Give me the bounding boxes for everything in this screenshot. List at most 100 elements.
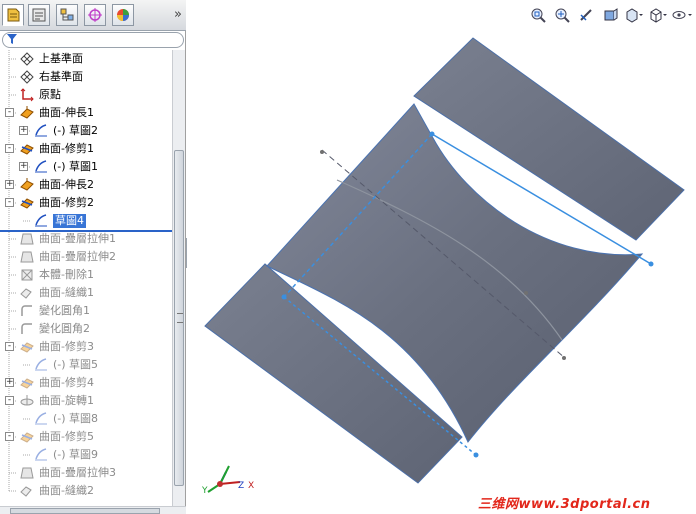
view-orientation-icon[interactable]: [624, 5, 644, 25]
display-manager-tab[interactable]: [112, 4, 134, 26]
tree-item-label: (-) 草圖2: [53, 124, 99, 137]
tree-item-label: 曲面-修剪1: [39, 142, 94, 155]
tree-item[interactable]: + (-) 草圖2: [0, 122, 172, 140]
surface-trim-icon: [19, 429, 35, 445]
tree-item[interactable]: + 曲面-伸長2: [0, 176, 172, 194]
delete-body-icon: [19, 267, 35, 283]
tree-item[interactable]: - 曲面-修剪3: [0, 338, 172, 356]
tree-item[interactable]: 原點: [0, 86, 172, 104]
triad-x-label: X: [248, 481, 254, 491]
tree-item[interactable]: - 曲面-修剪5: [0, 428, 172, 446]
tree-item[interactable]: - 曲面-伸長1: [0, 104, 172, 122]
tree-expander[interactable]: -: [5, 342, 14, 351]
tree-item[interactable]: + (-) 草圖1: [0, 158, 172, 176]
tree-item-label: 草圖4: [53, 214, 86, 228]
sketch-point[interactable]: [320, 150, 324, 154]
origin-icon: [19, 87, 35, 103]
graphics-area[interactable]: [187, 0, 696, 514]
propertymanager-tab[interactable]: [28, 4, 50, 26]
tree-item-label: 曲面-修剪4: [39, 376, 94, 389]
tree-expander[interactable]: -: [5, 108, 14, 117]
tree-item-label: 變化圓角1: [39, 304, 90, 317]
feature-filter[interactable]: [2, 32, 184, 48]
display-manager-tab-icon: [117, 9, 129, 21]
surface-revolve-icon: [19, 393, 35, 409]
tree-item[interactable]: 上基準面: [0, 50, 172, 68]
tree-item[interactable]: (-) 草圖8: [0, 410, 172, 428]
tree-item-label: 曲面-縫織1: [39, 286, 94, 299]
sketch-point[interactable]: [562, 356, 566, 360]
panel-tab-bar: »: [0, 0, 186, 31]
tree-item-label: 曲面-縫織2: [39, 484, 94, 497]
sketch-icon: [33, 357, 49, 373]
featuremanager-panel: » 上基準面 右基準面 原點 - 曲面-伸長1 + (-) 草圖2 - 曲面-修剪1 + (-) 草…: [0, 0, 186, 514]
tree-expander[interactable]: -: [5, 432, 14, 441]
model-view: [204, 37, 685, 484]
filter-icon: [7, 34, 17, 48]
tree-item-label: 上基準面: [39, 52, 83, 65]
more-tabs-button[interactable]: »: [174, 7, 182, 22]
horizontal-scrollbar-thumb[interactable]: [10, 508, 160, 514]
tree-expander[interactable]: +: [19, 162, 28, 171]
tree-item[interactable]: 曲面-縫織2: [0, 482, 172, 500]
tree-expander[interactable]: -: [5, 144, 14, 153]
tree-item[interactable]: 曲面-疊層拉伸3: [0, 464, 172, 482]
tree-item[interactable]: 變化圓角1: [0, 302, 172, 320]
surface-loft-icon: [19, 249, 35, 265]
sketch-point[interactable]: [648, 261, 654, 267]
sketch-point[interactable]: [524, 291, 528, 295]
tree-expander[interactable]: +: [5, 378, 14, 387]
surface-trim-icon: [19, 375, 35, 391]
tree-expander[interactable]: -: [5, 396, 14, 405]
tree-expander[interactable]: +: [5, 180, 14, 189]
section-view-icon[interactable]: [600, 5, 620, 25]
tree-item[interactable]: 本體-刪除1: [0, 266, 172, 284]
tree-item-label: 曲面-伸長1: [39, 106, 94, 119]
tree-item[interactable]: 曲面-疊層拉伸2: [0, 248, 172, 266]
tree-item[interactable]: (-) 草圖5: [0, 356, 172, 374]
display-style-icon[interactable]: [648, 5, 668, 25]
sketch-point[interactable]: [429, 131, 435, 137]
tree-horizontal-scrollbar[interactable]: [0, 506, 186, 514]
watermark-text: 三维网www.3dportal.cn: [478, 497, 651, 512]
featuremanager-tab[interactable]: [2, 4, 24, 26]
tree-item[interactable]: (-) 草圖9: [0, 446, 172, 464]
reference-triad: Y Z X: [201, 465, 254, 496]
tree-expander[interactable]: -: [5, 198, 14, 207]
plane-icon: [19, 69, 35, 85]
tree-item[interactable]: - 曲面-修剪2: [0, 194, 172, 212]
surface-knit-icon: [19, 285, 35, 301]
feature-tree: 上基準面右基準面原點 - 曲面-伸長1 + (-) 草圖2 - 曲面-修剪1 + (-) 草圖1…: [0, 50, 172, 506]
tree-expander[interactable]: +: [19, 126, 28, 135]
previous-view-icon[interactable]: [576, 5, 596, 25]
tree-item[interactable]: 右基準面: [0, 68, 172, 86]
hide-show-icon[interactable]: [672, 5, 692, 25]
configurationmanager-tab[interactable]: [56, 4, 78, 26]
tree-item[interactable]: 草圖4: [0, 212, 172, 230]
scrollbar-grip: [177, 313, 183, 323]
tree-item[interactable]: + 曲面-修剪4: [0, 374, 172, 392]
zoom-area-icon[interactable]: [552, 5, 572, 25]
tree-vertical-scrollbar[interactable]: [172, 50, 185, 506]
sketch-point[interactable]: [473, 452, 479, 458]
dimxpert-tab-icon: [88, 8, 102, 22]
sketch-icon: [33, 159, 49, 175]
tree-item-label: (-) 草圖9: [53, 448, 99, 461]
tree-item-label: 右基準面: [39, 70, 83, 83]
dimxpert-tab[interactable]: [84, 4, 106, 26]
zoom-to-fit-icon[interactable]: [528, 5, 548, 25]
tree-item[interactable]: 曲面-疊層拉伸1: [0, 230, 172, 248]
tree-item[interactable]: 曲面-縫織1: [0, 284, 172, 302]
triad-y-label: Y: [201, 486, 208, 496]
featuremanager-tab-icon: [7, 8, 20, 22]
scrollbar-thumb[interactable]: [174, 150, 184, 486]
heads-up-view-toolbar: [528, 4, 692, 26]
tree-item[interactable]: - 曲面-旋轉1: [0, 392, 172, 410]
sketch-point[interactable]: [281, 294, 287, 300]
tree-item-label: 本體-刪除1: [39, 268, 94, 281]
surface-loft-icon: [19, 465, 35, 481]
tree-item[interactable]: 變化圓角2: [0, 320, 172, 338]
tree-item[interactable]: - 曲面-修剪1: [0, 140, 172, 158]
surface-loft-icon: [19, 231, 35, 247]
sketch-icon: [33, 447, 49, 463]
